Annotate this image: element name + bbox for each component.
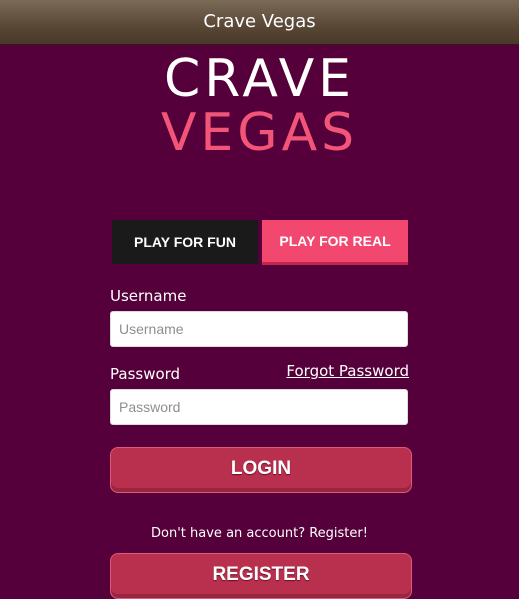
username-label: Username [110,287,187,305]
username-input[interactable] [110,311,408,347]
password-input[interactable] [110,389,408,425]
logo-line-vegas: VEGAS [160,103,359,163]
register-prompt: Don't have an account? Register! [151,526,368,541]
play-for-fun-tab[interactable]: PLAY FOR FUN [112,220,258,264]
password-label: Password [110,365,181,383]
app-title-bar: Crave Vegas [0,0,519,45]
forgot-password-link[interactable]: Forgot Password [286,362,409,380]
crave-vegas-logo: CRAVE VEGAS [0,49,519,163]
app-title: Crave Vegas [203,11,316,32]
logo-line-crave: CRAVE [163,49,355,109]
play-for-real-tab[interactable]: PLAY FOR REAL [262,220,408,265]
register-button[interactable]: REGISTER [110,553,412,599]
login-button[interactable]: LOGIN [110,447,412,493]
